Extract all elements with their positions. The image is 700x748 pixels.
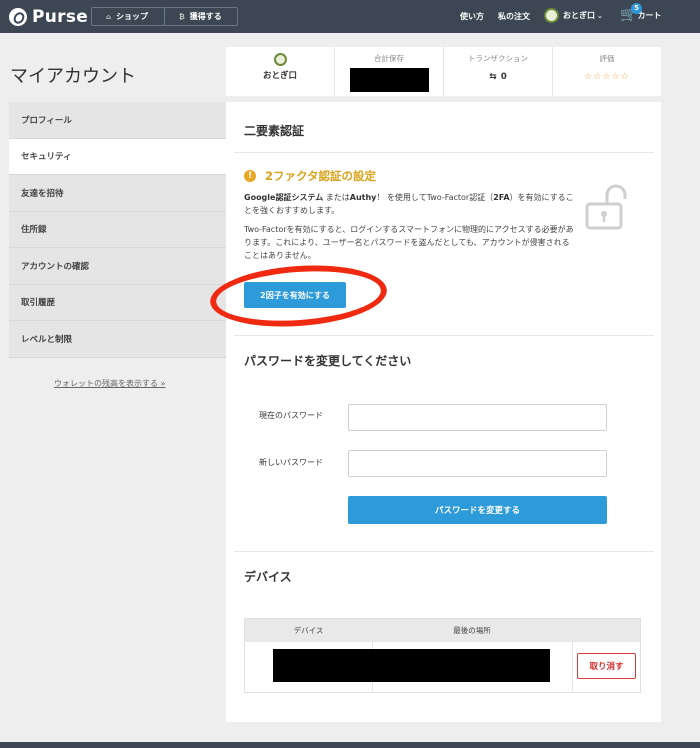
sidebar-item-label: セキュリティ: [21, 152, 72, 163]
two-factor-warning: ! 2ファクタ認証の設定: [244, 168, 376, 184]
cart-icon: 🛒 5: [620, 3, 642, 23]
tx-count: 0: [500, 72, 507, 82]
unlocked-padlock-icon: [581, 182, 631, 235]
stat-title: 合計保存: [374, 54, 404, 63]
page-title: マイアカウント: [10, 66, 136, 87]
bitcoin-icon: ₿: [179, 12, 185, 21]
chevron-down-icon: ⌄: [597, 11, 603, 20]
stat-rating: 評価 ☆☆☆☆☆: [553, 47, 661, 96]
table-header: デバイス 最後の場所: [245, 619, 640, 642]
sidebar-item-label: 友達を招待: [21, 188, 64, 199]
google-authenticator-text: Google認証システム: [244, 193, 324, 202]
sidebar-item-security[interactable]: セキュリティ: [9, 138, 236, 175]
warning-title: 2ファクタ認証の設定: [265, 169, 377, 183]
password-section-title: パスワードを変更してください: [244, 354, 412, 368]
sidebar-item-profile[interactable]: プロフィール: [9, 102, 226, 139]
stat-transactions: トランザクション ⇆ 0: [444, 47, 553, 96]
user-menu[interactable]: おとぎ口 ⌄: [544, 8, 603, 23]
stat-title: トランザクション: [468, 54, 528, 63]
sidebar-item-label: 住所録: [21, 225, 47, 236]
how-to-link[interactable]: 使い方: [460, 11, 484, 22]
account-sidebar: プロフィール セキュリティ 友達を招待 住所録 アカウントの確認 取引履歴 レベ…: [9, 102, 236, 358]
text: ！ を使用してTwo-Factor認証（: [376, 193, 494, 202]
sidebar-item-invite[interactable]: 友達を招待: [9, 175, 226, 212]
column-header-device: デバイス: [293, 626, 324, 635]
rating-stars: ☆☆☆☆☆: [584, 72, 630, 82]
change-password-button[interactable]: パスワードを変更する: [348, 496, 607, 524]
current-password-field[interactable]: [348, 404, 607, 431]
divider: [234, 152, 654, 153]
enable-2fa-button[interactable]: 2因子を有効にする: [244, 282, 346, 308]
stat-value: ⇆ 0: [489, 72, 506, 82]
sidebar-item-addresses[interactable]: 住所録: [9, 211, 226, 248]
wallet-balance-link[interactable]: ウォレットの残高を表示する »: [54, 378, 165, 389]
my-orders-link[interactable]: 私の注文: [498, 11, 530, 22]
new-password-field[interactable]: [348, 450, 607, 477]
divider: [572, 642, 573, 693]
stat-username: おとぎ口: [262, 71, 297, 81]
earn-label: 獲得する: [189, 12, 222, 21]
purse-logo-icon: [9, 8, 27, 26]
stat-title: 評価: [599, 54, 615, 63]
redacted-value: [349, 68, 429, 92]
stat-total-saved: 合計保存: [335, 47, 444, 96]
sidebar-item-label: レベルと制限: [21, 334, 73, 345]
exchange-icon: ⇆: [489, 72, 497, 82]
sidebar-item-verification[interactable]: アカウントの確認: [9, 248, 226, 285]
sidebar-item-label: 取引履歴: [21, 298, 56, 309]
username: おとぎ口: [563, 11, 595, 20]
avatar: [273, 53, 287, 66]
logo-text: Purse: [32, 7, 89, 27]
account-stats-bar: おとぎ口 合計保存 トランザクション ⇆ 0 評価 ☆☆☆☆☆: [226, 47, 661, 96]
devices-table: デバイス 最後の場所 取り消す: [244, 618, 641, 693]
text: または: [323, 193, 350, 202]
redacted-device-info: [273, 649, 550, 682]
two-factor-recommendation: Google認証システム またはAuthy！ を使用してTwo-Factor認証…: [244, 191, 574, 217]
footer-bar: [0, 742, 700, 748]
devices-section-title: デバイス: [244, 570, 292, 584]
security-panel: 二要素認証 ! 2ファクタ認証の設定 Google認証システム またはAuthy…: [208, 102, 661, 722]
warning-icon: !: [244, 170, 256, 182]
sidebar-item-history[interactable]: 取引履歴: [9, 284, 226, 321]
column-header-actions: [572, 619, 640, 642]
avatar: [544, 8, 559, 23]
sidebar-item-label: プロフィール: [21, 115, 72, 126]
shop-label: ショップ: [116, 12, 149, 21]
divider: [234, 335, 654, 336]
two-factor-section-title: 二要素認証: [244, 124, 305, 138]
purse-logo[interactable]: Purse: [9, 7, 88, 27]
shop-icon: ⌂: [106, 12, 112, 21]
current-password-label: 現在のパスワード: [259, 411, 323, 420]
stat-user: おとぎ口: [226, 47, 335, 96]
column-header-last-location: 最後の場所: [453, 626, 491, 635]
authy-text: Authy: [349, 193, 377, 202]
earn-button[interactable]: ₿ 獲得する: [164, 7, 238, 26]
top-nav-bar: Purse ⌂ ショップ ₿ 獲得する 使い方 私の注文 おとぎ口 ⌄ 🛒 5 カ…: [0, 0, 700, 33]
sidebar-item-label: アカウントの確認: [21, 261, 90, 272]
new-password-label: 新しいパスワード: [259, 458, 323, 467]
revoke-device-button[interactable]: 取り消す: [577, 653, 636, 679]
sidebar-item-limits[interactable]: レベルと制限: [9, 321, 226, 358]
two-factor-explanation: Two-Factorを有効にすると、ログインするスマートフォンに物理的にアクセス…: [244, 225, 574, 260]
cart-count-badge: 5: [631, 3, 642, 14]
shop-button[interactable]: ⌂ ショップ: [91, 7, 165, 26]
table-row: 取り消す: [245, 642, 640, 693]
twofa-text: 2FA: [493, 193, 510, 202]
cart-button[interactable]: 🛒 5 カート: [620, 3, 661, 23]
divider: [234, 551, 654, 552]
